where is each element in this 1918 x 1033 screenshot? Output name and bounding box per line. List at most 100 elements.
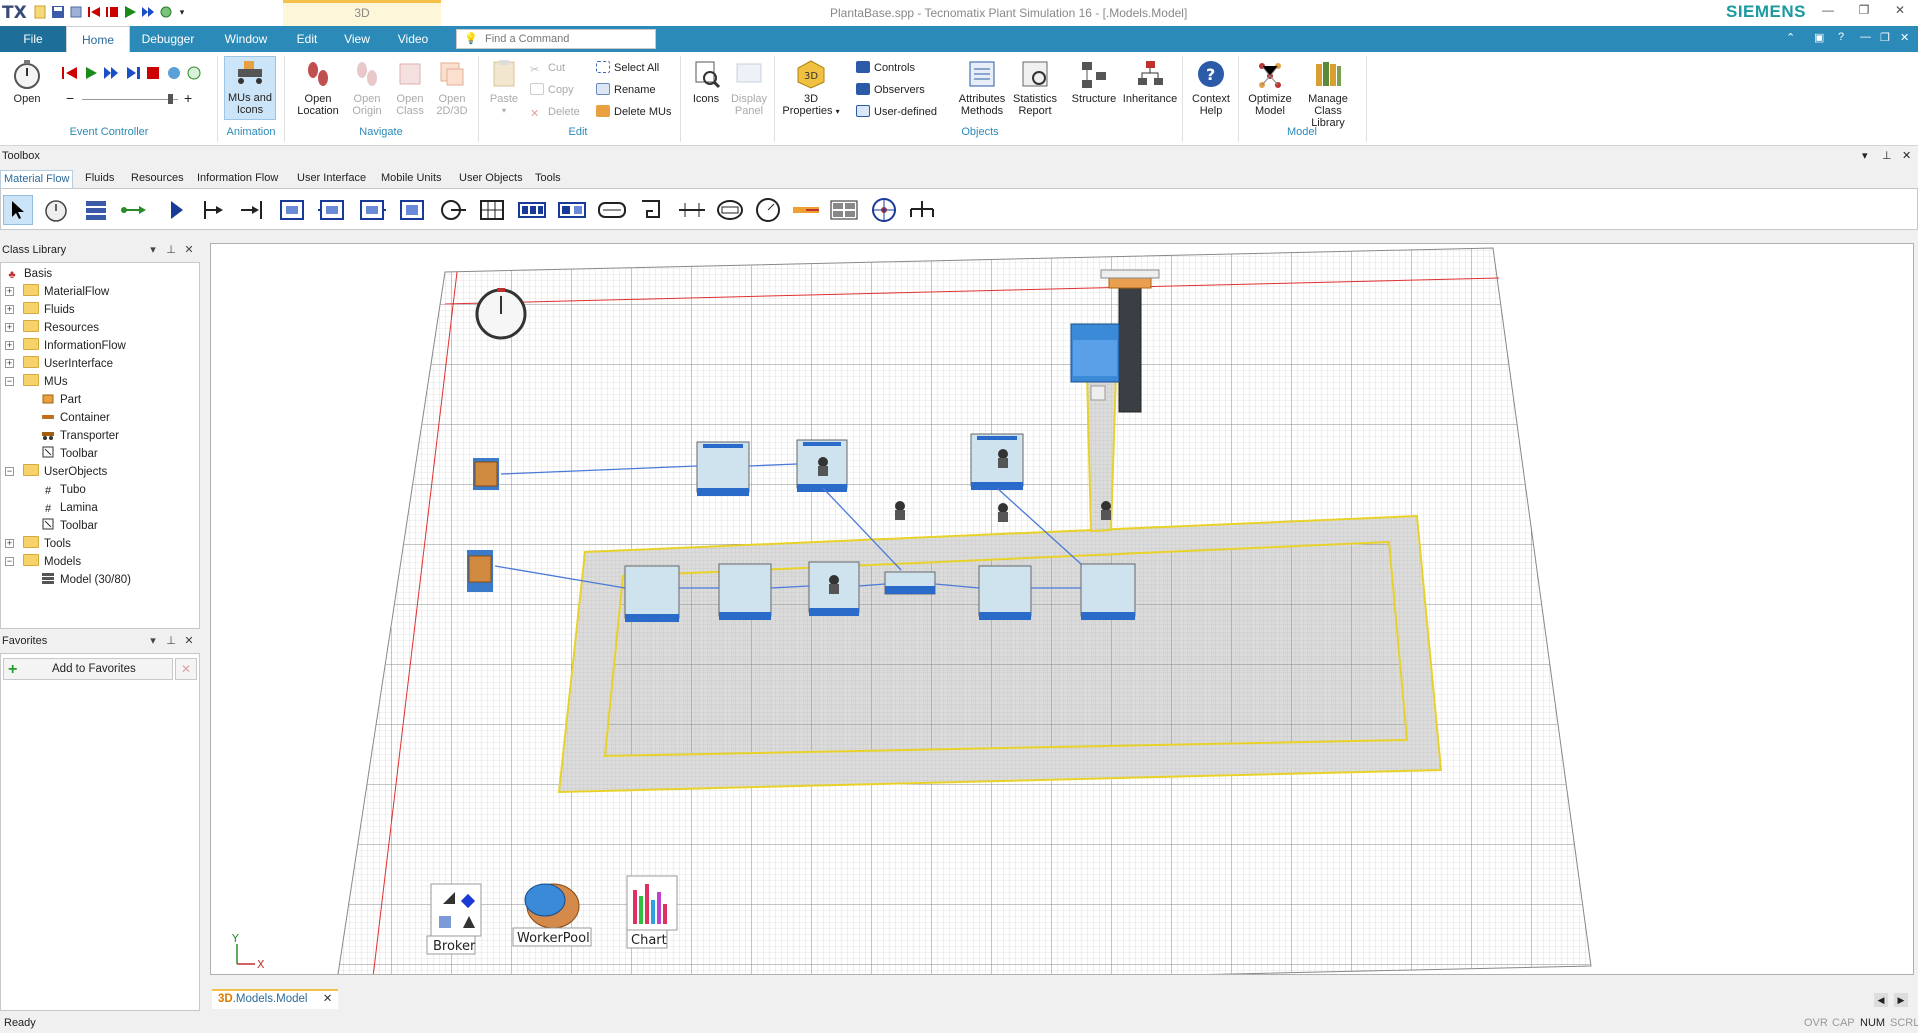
expand-icon[interactable]: +: [5, 323, 14, 332]
new-file-icon[interactable]: [32, 4, 48, 20]
tree-item-mus[interactable]: − MUs: [5, 373, 68, 391]
station-lower-2[interactable]: [718, 563, 772, 620]
tree-item-userobjects[interactable]: − UserObjects: [5, 463, 107, 481]
toolbox-tab-fluids[interactable]: Fluids: [82, 170, 117, 188]
speed-slider-thumb[interactable]: [168, 94, 173, 104]
source-lower[interactable]: [467, 550, 493, 592]
observers-button[interactable]: Observers: [856, 82, 925, 98]
parallel-proc-tool-icon[interactable]: [277, 195, 307, 225]
tree-item-lamina[interactable]: # Lamina: [41, 499, 98, 517]
attributes-methods-button[interactable]: Attributes Methods: [954, 58, 1010, 117]
chart-object[interactable]: [626, 875, 678, 931]
class-library-menu-icon[interactable]: ▾: [146, 240, 160, 260]
collapse-icon[interactable]: −: [5, 467, 14, 476]
open-2d3d-button[interactable]: Open 2D/3D: [432, 58, 472, 117]
tree-item-toolbar-2[interactable]: Toolbar: [41, 517, 98, 535]
toolbox-tab-resources[interactable]: Resources: [128, 170, 187, 188]
user-defined-button[interactable]: User-defined: [856, 104, 937, 120]
select-all-button[interactable]: Select All: [596, 60, 659, 76]
track-tool-icon[interactable]: [677, 195, 707, 225]
start-sim-icon[interactable]: [84, 66, 98, 83]
tree-item-materialflow[interactable]: + MaterialFlow: [5, 283, 109, 301]
event-controller-tool-icon[interactable]: [41, 195, 71, 225]
class-library-close-icon[interactable]: ✕: [182, 240, 196, 260]
tree-item-informationflow[interactable]: + InformationFlow: [5, 337, 126, 355]
open-location-button[interactable]: Open Location: [294, 58, 342, 117]
disassembly-tool-icon[interactable]: [357, 195, 387, 225]
favorites-pin-icon[interactable]: ⊥: [164, 631, 178, 651]
tab-video[interactable]: Video: [388, 26, 438, 52]
statistics-report-button[interactable]: Statistics Report: [1010, 58, 1060, 117]
collapse-icon[interactable]: −: [5, 557, 14, 566]
tree-item-models[interactable]: − Models: [5, 553, 81, 571]
pointer-tool-icon[interactable]: [3, 195, 33, 225]
placebuffer-tool-icon[interactable]: [517, 195, 547, 225]
buffer-tool-icon[interactable]: [477, 195, 507, 225]
speed-decrease-icon[interactable]: −: [66, 90, 74, 106]
step-icon[interactable]: [126, 66, 142, 83]
cycle-tool-icon[interactable]: [437, 195, 467, 225]
fast-sim-icon[interactable]: [104, 66, 120, 83]
tree-item-tools[interactable]: + Tools: [5, 535, 71, 553]
close-button[interactable]: ✕: [1890, 3, 1910, 21]
icons-button[interactable]: Icons: [688, 58, 724, 105]
stop-sim-icon[interactable]: [146, 66, 162, 83]
station-lower-6[interactable]: [1080, 563, 1136, 620]
tree-item-part[interactable]: Part: [41, 391, 81, 409]
tree-item-transporter[interactable]: Transporter: [41, 427, 119, 445]
maximize-button[interactable]: ❐: [1854, 3, 1874, 21]
favorites-close-icon[interactable]: ✕: [182, 631, 196, 651]
find-command-input[interactable]: 💡 Find a Command: [456, 29, 656, 49]
3d-properties-button[interactable]: 3D 3D Properties ▾: [780, 58, 842, 118]
toolbox-tab-tools[interactable]: Tools: [532, 170, 564, 188]
angular-converter-tool-icon[interactable]: [637, 195, 667, 225]
tree-item-container[interactable]: Container: [41, 409, 110, 427]
tab-scroll-right-icon[interactable]: ▶: [1894, 993, 1908, 1007]
stop-icon[interactable]: [104, 4, 120, 20]
doc-restore-icon[interactable]: ❐: [1880, 31, 1890, 44]
turntable-tool-icon[interactable]: [715, 195, 745, 225]
open-origin-button[interactable]: Open Origin: [346, 58, 388, 117]
station-upper-1[interactable]: [696, 441, 750, 496]
toolbox-close-icon[interactable]: ✕: [1902, 147, 1911, 165]
expand-icon[interactable]: +: [5, 539, 14, 548]
tab-view[interactable]: View: [334, 26, 380, 52]
station-upper-3[interactable]: [970, 433, 1024, 490]
toolbox-menu-icon[interactable]: ▾: [1862, 147, 1868, 165]
event-controller-object[interactable]: [475, 288, 527, 340]
tree-item-tubo[interactable]: # Tubo: [41, 481, 86, 499]
paste-button[interactable]: Paste ▾: [484, 58, 524, 117]
tab-home[interactable]: Home: [66, 26, 130, 52]
station-lower-5[interactable]: [978, 565, 1032, 620]
toolbox-tab-material-flow[interactable]: Material Flow: [0, 170, 74, 188]
tree-item-userinterface[interactable]: + UserInterface: [5, 355, 113, 373]
expand-icon[interactable]: +: [5, 341, 14, 350]
transfer-station-tool-icon[interactable]: [791, 195, 821, 225]
model-canvas[interactable]: Broker WorkerPool Chart Y X: [210, 243, 1914, 995]
toolbox-tab-mobile-units[interactable]: Mobile Units: [378, 170, 445, 188]
remove-favorite-button[interactable]: ✕: [175, 658, 197, 680]
expand-icon[interactable]: +: [5, 287, 14, 296]
toolbox-pin-icon[interactable]: ⊥: [1882, 147, 1892, 165]
cross-sliding-car-tool-icon[interactable]: [869, 195, 899, 225]
frame-tool-icon[interactable]: [81, 195, 111, 225]
screen-icon[interactable]: ▣: [1814, 31, 1824, 44]
toolbox-tab-information-flow[interactable]: Information Flow: [194, 170, 281, 188]
doc-tab-close-icon[interactable]: ✕: [323, 993, 333, 1005]
context-help-button[interactable]: ? Context Help: [1186, 58, 1236, 117]
expand-icon[interactable]: +: [5, 359, 14, 368]
experiment-icon[interactable]: [158, 4, 174, 20]
tree-item-toolbar[interactable]: Toolbar: [41, 445, 98, 463]
line-tool-icon[interactable]: [597, 195, 627, 225]
shop-tool-icon[interactable]: [397, 195, 427, 225]
fast-forward-icon[interactable]: [140, 4, 156, 20]
open-class-button[interactable]: Open Class: [390, 58, 430, 117]
add-to-favorites-button[interactable]: + Add to Favorites: [3, 658, 173, 680]
minimize-button[interactable]: —: [1818, 3, 1838, 21]
tab-file[interactable]: File: [0, 26, 66, 52]
tree-item-resources[interactable]: + Resources: [5, 319, 99, 337]
collapse-icon[interactable]: −: [5, 377, 14, 386]
doc-close-icon[interactable]: ✕: [1900, 31, 1909, 44]
doc-tab-model[interactable]: 3D.Models.Model ✕: [212, 989, 339, 1009]
speed-increase-icon[interactable]: +: [184, 90, 192, 106]
